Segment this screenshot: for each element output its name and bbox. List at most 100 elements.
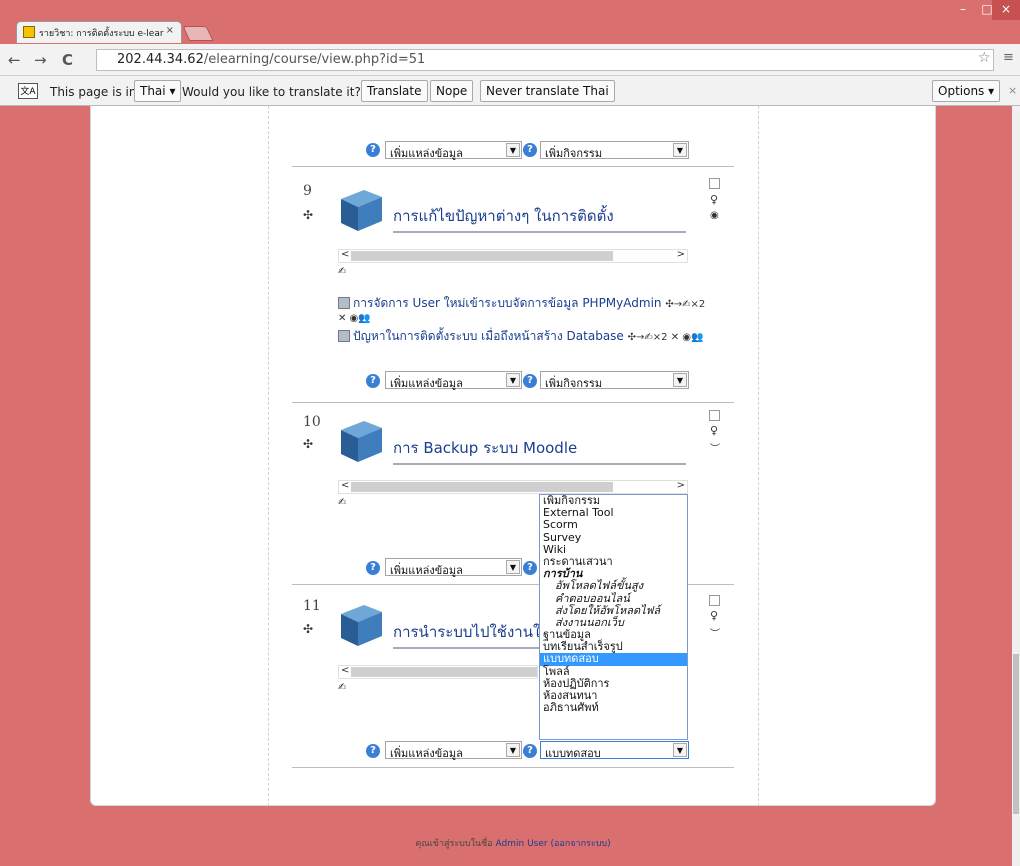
- resource-link[interactable]: การจัดการ User ใหม่เข้าระบบจัดการข้อมูล …: [338, 294, 705, 313]
- edit-summary-icon[interactable]: ✍: [338, 266, 346, 277]
- resource-controls-2[interactable]: ✕ ◉👥: [338, 313, 371, 324]
- edit-summary-icon[interactable]: ✍: [338, 497, 346, 508]
- translate-close-icon[interactable]: ×: [1008, 84, 1017, 97]
- dropdown-option[interactable]: Survey: [540, 531, 687, 544]
- scroll-thumb[interactable]: [351, 667, 537, 677]
- resource-link[interactable]: ปัญหาในการติดตั้งระบบ เมื่อถึงหน้าสร้าง …: [338, 327, 703, 346]
- dropdown-option[interactable]: แบบทดสอบ: [540, 653, 687, 666]
- help-icon[interactable]: ?: [523, 744, 537, 758]
- scroll-left-icon[interactable]: <: [341, 665, 349, 676]
- section-title[interactable]: การแก้ไขปัญหาต่างๆ ในการติดตั้ง: [393, 204, 686, 233]
- horizontal-scrollbar[interactable]: < >: [338, 480, 688, 494]
- add-resource-label: เพิ่มแหล่งข้อมูล: [390, 747, 463, 760]
- move-icon[interactable]: ✣: [303, 622, 313, 636]
- scroll-right-icon[interactable]: >: [677, 249, 685, 260]
- user-link[interactable]: Admin User: [496, 839, 548, 849]
- section-checkbox[interactable]: [709, 178, 720, 189]
- section-number: 9: [303, 183, 312, 199]
- add-resource-select[interactable]: เพิ่มแหล่งข้อมูล ▼: [385, 371, 522, 390]
- forward-icon[interactable]: →: [34, 51, 47, 69]
- resource-title[interactable]: การจัดการ User ใหม่เข้าระบบจัดการข้อมูล …: [353, 296, 662, 310]
- scroll-thumb[interactable]: [351, 482, 613, 492]
- section-checkbox[interactable]: [709, 595, 720, 606]
- lightbulb-icon[interactable]: ♀: [710, 193, 718, 206]
- dropdown-option[interactable]: อัพโหลดไฟล์ขั้นสูง: [540, 580, 687, 592]
- resource-controls-row: ✕ ◉👥: [338, 310, 371, 324]
- chevron-down-icon: ▼: [506, 143, 520, 157]
- bookmark-star-icon[interactable]: ☆: [978, 50, 991, 66]
- add-resource-select[interactable]: เพิ่มแหล่งข้อมูล ▼: [385, 141, 522, 160]
- dropdown-option[interactable]: คำตอบออนไลน์: [540, 592, 687, 605]
- nope-button[interactable]: Nope: [430, 80, 474, 102]
- horizontal-scrollbar[interactable]: <: [338, 665, 538, 679]
- eye-closed-icon[interactable]: ︶: [710, 440, 720, 455]
- add-resource-select[interactable]: เพิ่มแหล่งข้อมูล ▼: [385, 741, 522, 760]
- add-resource-select[interactable]: เพิ่มแหล่งข้อมูล ▼: [385, 558, 522, 577]
- help-icon[interactable]: ?: [366, 561, 380, 575]
- vertical-scrollbar[interactable]: [1012, 106, 1020, 866]
- help-icon[interactable]: ?: [523, 561, 537, 575]
- back-icon[interactable]: ←: [8, 51, 21, 69]
- new-tab-button[interactable]: [182, 26, 214, 41]
- add-activity-select[interactable]: เพิ่มกิจกรรม ▼: [540, 371, 689, 390]
- resource-title[interactable]: ปัญหาในการติดตั้งระบบ เมื่อถึงหน้าสร้าง …: [353, 329, 624, 343]
- options-button[interactable]: Options ▾: [932, 80, 1001, 102]
- section-title[interactable]: การนำระบบไปใช้งานใน: [393, 620, 539, 649]
- minimize-button[interactable]: –: [952, 0, 974, 20]
- logout-link[interactable]: (ออกจากระบบ): [550, 839, 610, 849]
- help-icon[interactable]: ?: [523, 143, 537, 157]
- resource-controls[interactable]: ✣→✍×2: [665, 299, 705, 310]
- never-translate-button[interactable]: Never translate Thai: [480, 80, 615, 102]
- scroll-left-icon[interactable]: <: [341, 249, 349, 260]
- edit-summary-icon[interactable]: ✍: [338, 682, 346, 693]
- scroll-thumb[interactable]: [351, 251, 613, 261]
- add-activity-select-open[interactable]: แบบทดสอบ ▼: [540, 741, 689, 760]
- help-icon[interactable]: ?: [366, 744, 380, 758]
- browser-toolbar: ← → C 202.44.34.62/elearning/course/view…: [0, 44, 1020, 76]
- chevron-down-icon: ▼: [673, 143, 687, 157]
- section-number: 11: [303, 598, 321, 614]
- section-checkbox[interactable]: [709, 410, 720, 421]
- help-icon[interactable]: ?: [523, 374, 537, 388]
- translate-button[interactable]: Translate: [361, 80, 428, 102]
- favicon-icon: [23, 26, 35, 38]
- section-title[interactable]: การ Backup ระบบ Moodle: [393, 436, 686, 465]
- move-icon[interactable]: ✣: [303, 437, 313, 451]
- lightbulb-icon[interactable]: ♀: [710, 609, 718, 622]
- section-divider: [292, 166, 734, 167]
- reload-icon[interactable]: C: [62, 51, 73, 69]
- dropdown-option[interactable]: โพลล์: [540, 665, 687, 678]
- chevron-down-icon: ▼: [506, 743, 520, 757]
- help-icon[interactable]: ?: [366, 374, 380, 388]
- add-resource-label: เพิ่มแหล่งข้อมูล: [390, 147, 463, 160]
- scroll-right-icon[interactable]: >: [677, 480, 685, 491]
- column-divider-left: [268, 106, 269, 806]
- section-divider: [292, 402, 734, 403]
- address-bar[interactable]: 202.44.34.62/elearning/course/view.php?i…: [96, 49, 994, 71]
- activity-dropdown-list[interactable]: เพิ่มกิจกรรม External Tool Scorm Survey Wiki…: [539, 494, 688, 740]
- eye-icon[interactable]: ◉: [710, 210, 719, 221]
- url-host: 202.44.34.62: [117, 52, 204, 67]
- eye-closed-icon[interactable]: ︶: [710, 625, 720, 640]
- resource-controls[interactable]: ✣→✍×2 ✕ ◉👥: [628, 332, 704, 343]
- language-select[interactable]: Thai ▾: [134, 80, 182, 102]
- move-icon[interactable]: ✣: [303, 208, 313, 222]
- close-window-button[interactable]: ×: [992, 0, 1020, 20]
- lightbulb-icon[interactable]: ♀: [710, 424, 718, 437]
- horizontal-scrollbar[interactable]: < >: [338, 249, 688, 263]
- login-info: คุณเข้าสู่ระบบในชื่อ Admin User (ออกจากร…: [90, 836, 936, 850]
- section-box-icon: [341, 421, 382, 462]
- scrollbar-thumb[interactable]: [1013, 654, 1019, 814]
- help-icon[interactable]: ?: [366, 143, 380, 157]
- dropdown-option[interactable]: อภิธานศัพท์: [540, 701, 687, 714]
- translate-text-2: Would you like to translate it?: [182, 85, 361, 99]
- browser-tab[interactable]: รายวิชา: การติดตั้งระบบ e-lear ×: [16, 21, 182, 43]
- browser-menu-icon[interactable]: ≡: [1003, 50, 1014, 65]
- dropdown-option[interactable]: Scorm: [540, 519, 687, 531]
- add-activity-select[interactable]: เพิ่มกิจกรรม ▼: [540, 141, 689, 160]
- selected-activity-label: แบบทดสอบ: [545, 747, 601, 760]
- translate-text-1: This page is in: [50, 85, 137, 99]
- tab-close-icon[interactable]: ×: [166, 25, 174, 36]
- add-resource-label: เพิ่มแหล่งข้อมูล: [390, 377, 463, 390]
- scroll-left-icon[interactable]: <: [341, 480, 349, 491]
